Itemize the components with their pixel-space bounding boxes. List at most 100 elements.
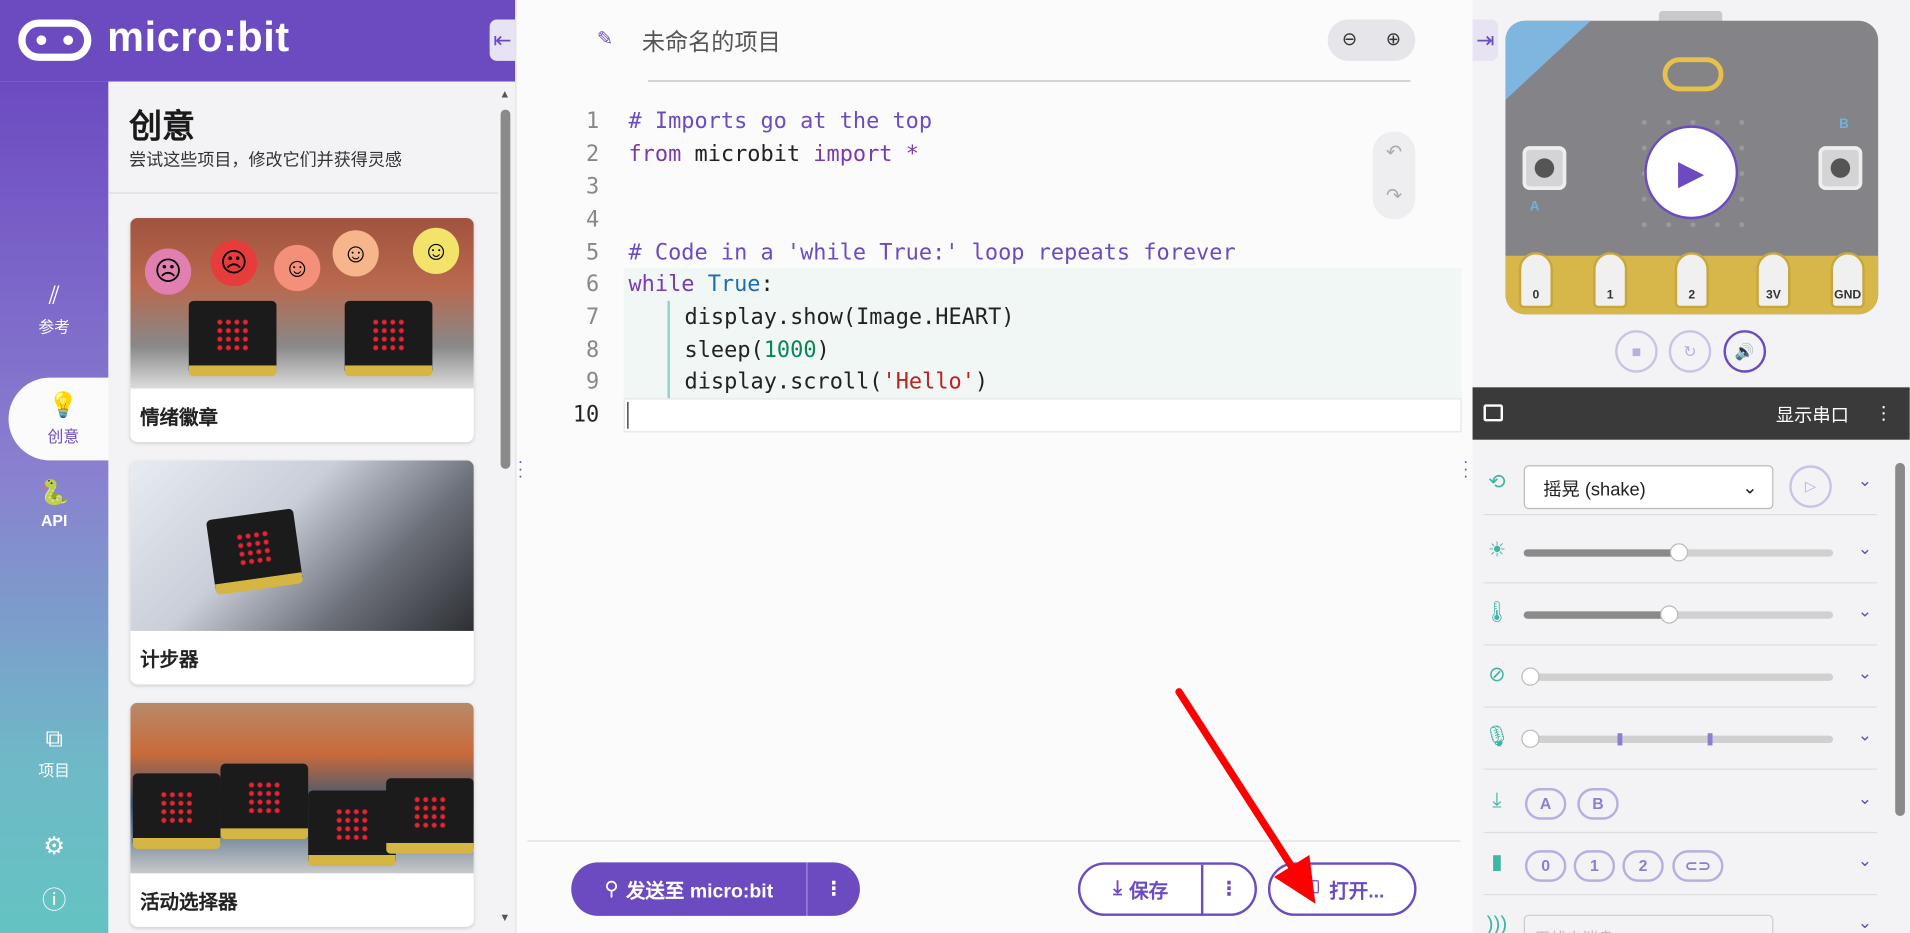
expand-chevron-icon[interactable]: ⌄: [1858, 470, 1872, 491]
line-number: 9: [586, 369, 600, 395]
radio-message-input[interactable]: 无线电消息: [1523, 914, 1774, 933]
touch-logo-button[interactable]: ⊂⊃: [1672, 850, 1724, 882]
send-to-microbit-button[interactable]: ⚲ 发送至 micro:bit ⋮: [571, 862, 860, 916]
button-a[interactable]: [1522, 146, 1567, 191]
code-line-2[interactable]: from microbit import *: [628, 141, 918, 167]
sensor-pins: ▮ 0 1 2 ⊂⊃ ⌄: [1483, 833, 1877, 896]
send-main[interactable]: ⚲ 发送至 micro:bit: [571, 862, 808, 916]
undo-icon[interactable]: ↶: [1373, 132, 1416, 176]
app-window: micro:bit ⇤ ⫽ 参考 💡 创意 🐍 API ⧉ 项目 ⚙ ⓘ 创意 …: [0, 0, 1910, 933]
press-button-b[interactable]: B: [1577, 788, 1619, 820]
sidebar-item-ideas[interactable]: 💡 创意: [8, 377, 119, 461]
pin-1[interactable]: 1: [1593, 252, 1628, 309]
help-button[interactable]: ⓘ: [0, 885, 108, 922]
microbit-image: [344, 300, 433, 377]
resize-handle-icon[interactable]: · · ·: [518, 452, 525, 484]
idea-card-pedometer[interactable]: 计步器: [130, 460, 474, 685]
temperature-slider[interactable]: [1523, 605, 1834, 624]
slider-knob[interactable]: [1660, 605, 1679, 624]
sidebar-item-label: 参考: [38, 317, 71, 337]
microbit-image: [205, 508, 304, 596]
press-button-a[interactable]: A: [1524, 788, 1567, 820]
expand-chevron-icon[interactable]: ⌄: [1858, 600, 1872, 621]
save-label: 保存: [1129, 881, 1169, 903]
touch-pin-0[interactable]: 0: [1524, 850, 1567, 882]
slider-knob[interactable]: [1521, 729, 1540, 748]
line-number: 10: [572, 401, 600, 428]
code-token: display.scroll(: [684, 369, 883, 395]
edit-name-icon[interactable]: ✎: [597, 27, 613, 51]
threshold-marker[interactable]: [1617, 733, 1623, 746]
idea-card-activity-picker[interactable]: 活动选择器: [130, 702, 474, 927]
code-line-1[interactable]: # Imports go at the top: [628, 108, 932, 134]
code-token: microbit: [681, 141, 814, 167]
annotation-arrow-head: [1274, 855, 1316, 904]
sidebar-item-api[interactable]: 🐍 API: [0, 477, 108, 560]
resize-handle-icon[interactable]: · · ·: [1463, 452, 1470, 484]
python-icon: 🐍: [39, 479, 70, 507]
chevron-down-icon: ⌄: [1742, 477, 1758, 499]
touch-pin-1[interactable]: 1: [1573, 850, 1616, 882]
microbit-face-logo-icon[interactable]: [1662, 57, 1724, 92]
show-serial-label[interactable]: 显示串口: [1776, 402, 1849, 428]
code-line-7[interactable]: display.show(Image.HEART): [685, 305, 1015, 331]
line-number: 3: [586, 174, 600, 200]
send-gesture-button[interactable]: ▷: [1789, 465, 1832, 508]
expand-chevron-icon[interactable]: ⌄: [1858, 912, 1872, 933]
collapse-simulator-icon[interactable]: ⇥: [1472, 19, 1499, 61]
code-line-6[interactable]: while True:: [628, 272, 773, 298]
code-line-5[interactable]: # Code in a 'while True:' loop repeats f…: [628, 240, 1235, 266]
idea-card-mood-badge[interactable]: ☹ ☹ ☺ ☺ ☺ 情绪徽章: [130, 218, 474, 443]
face-happy: ☺: [412, 227, 460, 275]
expand-chevron-icon[interactable]: ⌄: [1858, 538, 1872, 559]
expand-chevron-icon[interactable]: ⌄: [1858, 663, 1872, 684]
scroll-down-icon[interactable]: ▼: [499, 911, 510, 923]
code-line-8[interactable]: sleep(1000): [685, 337, 830, 363]
pin-2[interactable]: 2: [1674, 252, 1709, 309]
send-label: 发送至 micro:bit: [625, 881, 774, 903]
code-token: 1000: [763, 337, 817, 363]
button-a-label: A: [1529, 199, 1540, 215]
pin-3v: 3V: [1756, 252, 1791, 309]
project-name[interactable]: 未命名的项目: [642, 24, 781, 57]
redo-icon[interactable]: ↷: [1373, 175, 1416, 219]
expand-chevron-icon[interactable]: ⌄: [1858, 725, 1872, 746]
button-b[interactable]: [1818, 146, 1863, 191]
slider-knob[interactable]: [1669, 543, 1689, 562]
settings-button[interactable]: ⚙: [0, 831, 108, 868]
compass-slider[interactable]: [1521, 667, 1834, 686]
gesture-select[interactable]: 摇晃 (shake) ⌄: [1523, 465, 1774, 510]
light-slider[interactable]: [1523, 543, 1834, 562]
sidebar-item-projects[interactable]: ⧉ 项目: [0, 723, 108, 806]
expand-chevron-icon[interactable]: ⌄: [1858, 850, 1872, 871]
simulator-scrollbar-thumb[interactable]: [1895, 462, 1905, 817]
code-token: *: [892, 141, 919, 167]
play-simulator-button[interactable]: ▶: [1644, 125, 1739, 220]
collapse-sidebar-icon[interactable]: ⇤: [489, 19, 516, 61]
send-more-icon[interactable]: ⋮: [808, 877, 860, 901]
threshold-marker[interactable]: [1707, 733, 1713, 746]
button-b-label: B: [1839, 116, 1849, 132]
ideas-scrollbar-thumb[interactable]: [500, 109, 511, 469]
expand-chevron-icon[interactable]: ⌄: [1858, 788, 1872, 809]
serial-bar[interactable]: 显示串口 ⋮: [1472, 387, 1910, 440]
stop-button[interactable]: ■: [1615, 330, 1658, 373]
slider-fill: [1523, 549, 1679, 557]
face-smile: ☺: [332, 230, 379, 277]
scroll-up-icon[interactable]: ▲: [499, 88, 510, 100]
zoom-in-icon[interactable]: ⊕: [1371, 19, 1415, 60]
code-token: ): [816, 337, 830, 363]
slider-knob[interactable]: [1521, 667, 1540, 686]
microbit-image: [220, 763, 309, 840]
reset-button[interactable]: ↻: [1668, 330, 1712, 373]
sensor-gesture: ⟲ 摇晃 (shake) ⌄ ▷ ⌄: [1483, 453, 1877, 516]
zoom-out-icon[interactable]: ⊖: [1328, 19, 1372, 60]
code-line-9[interactable]: display.scroll('Hello'): [685, 369, 989, 395]
more-icon[interactable]: ⋮: [1875, 402, 1893, 424]
pin-0[interactable]: 0: [1518, 252, 1553, 309]
mute-button[interactable]: 🔊: [1723, 330, 1767, 373]
sound-slider[interactable]: [1521, 729, 1834, 748]
sidebar-item-reference[interactable]: ⫽ 参考: [0, 280, 108, 363]
reset-icon: ↻: [1683, 342, 1697, 361]
touch-pin-2[interactable]: 2: [1622, 850, 1664, 882]
